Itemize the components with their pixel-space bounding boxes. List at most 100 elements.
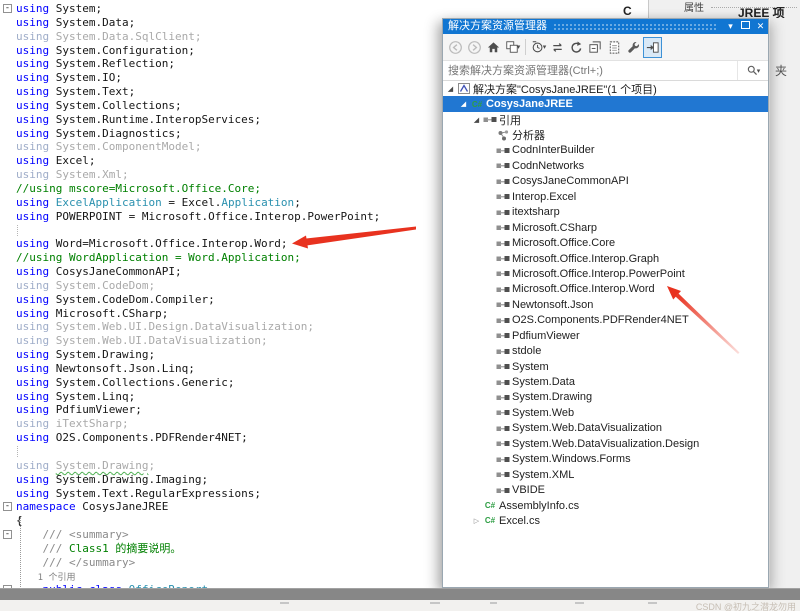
tree-item-microsoft.office.core[interactable]: Microsoft.Office.Core: [443, 235, 768, 250]
project-title-fragment-left: C: [623, 4, 632, 18]
reference-icon: [495, 222, 511, 233]
tree-item-microsoft.office.interop.word[interactable]: Microsoft.Office.Interop.Word: [443, 282, 768, 297]
tree-item-assemblyinfo.cs[interactable]: C#AssemblyInfo.cs: [443, 498, 768, 513]
tree-item-label: stdole: [511, 345, 541, 357]
code-line: using Newtonsoft.Json.Linq;: [16, 362, 445, 376]
tree-item-label: 引用: [498, 112, 521, 128]
reference-icon: [495, 176, 511, 187]
tree-item-label: itextsharp: [511, 206, 560, 218]
back-icon[interactable]: [446, 37, 465, 58]
expander-collapsed-icon[interactable]: ▷: [471, 517, 482, 525]
expander-expanded-icon[interactable]: ◢: [471, 116, 482, 124]
tree-item-system.windows.forms[interactable]: System.Windows.Forms: [443, 452, 768, 467]
maximize-icon[interactable]: [738, 20, 753, 33]
code-line: using iTextSharp;: [16, 417, 445, 431]
reference-icon: [495, 485, 511, 496]
code-line: using System.Linq;: [16, 390, 445, 404]
tree-item-label: Microsoft.Office.Interop.PowerPoint: [511, 268, 685, 280]
code-line: using System.CodeDom.Compiler;: [16, 293, 445, 307]
window-position-icon[interactable]: ▾: [723, 20, 738, 33]
search-icons[interactable]: ▾: [737, 61, 768, 80]
fold-toggle-icon[interactable]: -: [3, 4, 12, 13]
expander-expanded-icon[interactable]: ◢: [445, 85, 456, 93]
fold-toggle-icon[interactable]: -: [3, 530, 12, 539]
code-line: using System.Text.RegularExpressions;: [16, 487, 445, 501]
tree-item-label: System.Web.DataVisualization: [511, 422, 662, 434]
tree-item-codninterbuilder[interactable]: CodnInterBuilder: [443, 143, 768, 158]
tree-item-excel.cs[interactable]: ▷C#Excel.cs: [443, 513, 768, 528]
tree-item-microsoft.office.interop.powerpoint[interactable]: Microsoft.Office.Interop.PowerPoint: [443, 266, 768, 281]
refresh-icon[interactable]: [567, 37, 586, 58]
screenshot-root: -using System;using System.Data;using Sy…: [0, 0, 800, 611]
switch-views-icon[interactable]: ▾: [503, 37, 522, 58]
search-row: ▾: [443, 61, 768, 81]
tree-item-[interactable]: ◢ 引用: [443, 112, 768, 127]
code-line: [16, 445, 445, 459]
folder-text-fragment: 夹: [775, 62, 787, 79]
tree-item-cosysjanejree-1[interactable]: ◢解决方案"CosysJaneJREE"(1 个项目): [443, 81, 768, 96]
tree-item-o2s.components.pdfrender4net[interactable]: O2S.Components.PDFRender4NET: [443, 313, 768, 328]
tree-item-label: CosysJaneCommonAPI: [511, 175, 629, 187]
tree-item-cosysjanecommonapi[interactable]: CosysJaneCommonAPI: [443, 174, 768, 189]
tree-item-itextsharp[interactable]: itextsharp: [443, 205, 768, 220]
code-line: 1 个引用: [16, 570, 445, 584]
tree-item-[interactable]: 分析器: [443, 127, 768, 142]
panel-titlebar[interactable]: 解决方案资源管理器 ▾ ✕: [443, 19, 768, 34]
fold-toggle-icon[interactable]: -: [3, 502, 12, 511]
reference-icon: [495, 392, 511, 403]
csproj-icon: C#: [469, 98, 485, 111]
tree-item-system.web.datavisualization.design[interactable]: System.Web.DataVisualization.Design: [443, 436, 768, 451]
tree-item-system.data[interactable]: System.Data: [443, 374, 768, 389]
solution-explorer-panel: 解决方案资源管理器 ▾ ✕ ▾ ▾: [442, 18, 769, 588]
tree-item-label: Microsoft.CSharp: [511, 222, 597, 234]
tree-item-label: System: [511, 361, 549, 373]
code-line: - /// <summary>: [16, 528, 445, 542]
code-line: using CosysJaneCommonAPI;: [16, 265, 445, 279]
csdn-watermark: CSDN @初九之潜龙勿用: [696, 600, 796, 611]
tree-item-system[interactable]: System: [443, 359, 768, 374]
tree-item-cosysjanejree[interactable]: ◢C#CosysJaneJREE: [443, 96, 768, 111]
tree-item-pdfiumviewer[interactable]: PdfiumViewer: [443, 328, 768, 343]
tree-item-microsoft.csharp[interactable]: Microsoft.CSharp: [443, 220, 768, 235]
tree-item-label: Microsoft.Office.Interop.Graph: [511, 253, 659, 265]
forward-icon[interactable]: [465, 37, 484, 58]
tree-item-label: O2S.Components.PDFRender4NET: [511, 314, 689, 326]
code-editor[interactable]: -using System;using System.Data;using Sy…: [0, 0, 445, 611]
sync-with-active-document-icon[interactable]: [548, 37, 567, 58]
tree-item-codnnetworks[interactable]: CodnNetworks: [443, 158, 768, 173]
tree-item-system.web[interactable]: System.Web: [443, 405, 768, 420]
code-line: using Word=Microsoft.Office.Interop.Word…: [16, 237, 445, 251]
bottom-strip: CSDN @初九之潜龙勿用: [0, 600, 800, 611]
home-icon[interactable]: [484, 37, 503, 58]
code-line: using System.Web.UI.DataVisualization;: [16, 334, 445, 348]
tree-item-vbide[interactable]: VBIDE: [443, 482, 768, 497]
reference-icon: [495, 407, 511, 418]
search-input[interactable]: [443, 62, 737, 79]
tree-item-label: AssemblyInfo.cs: [498, 500, 579, 512]
taskbar-hint-mark: [490, 602, 497, 604]
tree-item-label: Excel.cs: [498, 515, 540, 527]
tree-item-interop.excel[interactable]: Interop.Excel: [443, 189, 768, 204]
tree-item-microsoft.office.interop.graph[interactable]: Microsoft.Office.Interop.Graph: [443, 251, 768, 266]
collapse-all-icon[interactable]: [586, 37, 605, 58]
tree-item-system.web.datavisualization[interactable]: System.Web.DataVisualization: [443, 421, 768, 436]
close-icon[interactable]: ✕: [753, 20, 768, 33]
tree-item-system.drawing[interactable]: System.Drawing: [443, 390, 768, 405]
tree-item-stdole[interactable]: stdole: [443, 343, 768, 358]
code-line: using System.Reflection;: [16, 57, 445, 71]
indent-guide: [17, 446, 18, 457]
background-top-strip: 属性 C JREE 项: [437, 0, 800, 18]
properties-wrench-icon[interactable]: [624, 37, 643, 58]
reference-icon: [495, 238, 511, 249]
taskbar-hint-mark: [648, 602, 657, 604]
reference-icon: [495, 346, 511, 357]
expander-expanded-icon[interactable]: ◢: [458, 100, 469, 108]
tree-item-label: VBIDE: [511, 484, 545, 496]
code-line: using System.Drawing.Imaging;: [16, 473, 445, 487]
preview-selected-items-toggle[interactable]: [643, 37, 662, 58]
show-all-files-icon[interactable]: [605, 37, 624, 58]
tree-item-newtonsoft.json[interactable]: Newtonsoft.Json: [443, 297, 768, 312]
pending-changes-filter-icon[interactable]: ▾: [529, 37, 548, 58]
tree-item-system.xml[interactable]: System.XML: [443, 467, 768, 482]
solution-icon: [456, 82, 472, 95]
